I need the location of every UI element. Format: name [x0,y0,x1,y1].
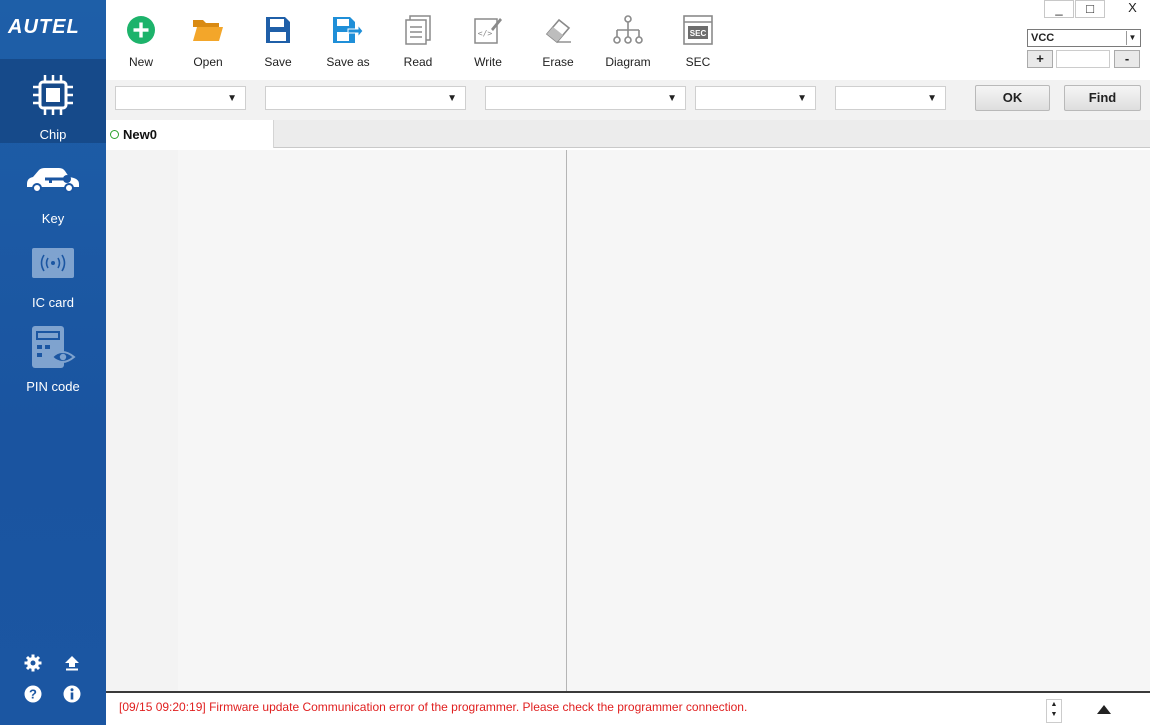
status-bar: [09/15 09:20:19] Firmware update Communi… [106,691,1150,725]
tool-label: Save as [326,55,370,69]
vcc-select[interactable]: VCC ▼ [1027,29,1141,47]
tool-label: Erase [542,55,574,69]
tab-label: New0 [123,126,157,142]
sidebar-item-pin-code[interactable]: PIN code [0,311,106,395]
new-button[interactable]: New [106,12,176,72]
write-button[interactable]: </> Write [453,12,523,72]
filter-dropdown-3[interactable]: ▼ [485,86,686,110]
chip-icon [0,75,106,115]
chevron-down-icon: ▼ [1126,31,1138,45]
read-button[interactable]: Read [383,12,453,72]
save-as-button[interactable]: Save as [313,12,383,72]
save-icon [243,12,313,48]
new-icon [106,12,176,48]
save-button[interactable]: Save [243,12,313,72]
sidebar-item-chip[interactable]: Chip [0,59,106,143]
sidebar-item-label: Chip [39,127,67,142]
tool-label: Open [193,55,223,69]
car-key-icon [0,159,106,199]
vcc-increase-button[interactable]: + [1027,50,1053,68]
filter-dropdown-5[interactable]: ▼ [835,86,946,110]
ic-card-icon [0,243,106,283]
sidebar-item-key[interactable]: Key [0,143,106,227]
expand-log-icon[interactable] [1094,701,1114,717]
tab-new0[interactable]: New0 [106,120,274,148]
pin-code-icon [0,326,106,368]
sidebar-item-label: IC card [32,295,74,310]
svg-text:</>: </> [478,29,493,38]
sidebar-item-label: Key [41,211,65,226]
filter-dropdown-1[interactable]: ▼ [115,86,246,110]
filter-dropdown-4[interactable]: ▼ [695,86,816,110]
tool-label: Write [474,55,502,69]
sidebar-item-label: PIN code [26,379,80,394]
sec-icon: SEC [663,12,733,48]
tool-label: Read [403,55,433,69]
diagram-icon [593,12,663,48]
tool-label: Save [264,55,292,69]
erase-button[interactable]: Erase [523,12,593,72]
log-scroll-spinner[interactable]: ▲ ▼ [1046,699,1062,723]
chevron-down-icon: ▼ [227,93,237,104]
chevron-down-icon: ▼ [797,93,807,104]
open-folder-icon [173,12,243,48]
filter-dropdown-2[interactable]: ▼ [265,86,466,110]
svg-text:?: ? [29,687,37,702]
toolbar: New Open Save Save as Read </> Write Era… [106,0,1150,80]
maximize-button[interactable]: □ [1075,0,1105,18]
chevron-down-icon: ▼ [927,93,937,104]
sidebar: AUTEL Chip Key IC card PIN code ? [0,0,106,725]
document-tabs: New0 [106,120,1150,148]
autel-logo: AUTEL [8,16,80,38]
upgrade-icon[interactable] [61,652,83,674]
diagram-button[interactable]: Diagram [593,12,663,72]
tool-label: New [128,55,153,69]
vcc-select-value: VCC [1031,32,1055,44]
chevron-down-icon: ▼ [447,93,457,104]
tool-label: SEC [685,55,711,69]
filter-bar: ▼ ▼ ▼ ▼ ▼ OK Find [106,80,1150,120]
write-icon: </> [453,12,523,48]
sec-badge-text: SEC [690,29,707,38]
settings-icon[interactable] [22,652,44,674]
ok-button[interactable]: OK [975,85,1050,111]
help-icon[interactable]: ? [22,683,44,705]
status-message: [09/15 09:20:19] Firmware update Communi… [119,700,748,714]
save-as-icon [313,12,383,48]
open-button[interactable]: Open [173,12,243,72]
minimize-button[interactable]: _ [1044,0,1074,18]
editor-area [106,150,1150,691]
chevron-down-icon: ▼ [667,93,677,104]
address-gutter [106,150,178,691]
vcc-value-field[interactable] [1056,50,1110,68]
erase-icon [523,12,593,48]
sidebar-item-ic-card[interactable]: IC card [0,227,106,311]
read-icon [383,12,453,48]
pane-splitter[interactable] [566,150,567,691]
sec-button[interactable]: SEC SEC [663,12,733,72]
status-dot-icon [110,129,119,139]
tool-label: Diagram [605,55,651,69]
info-icon[interactable] [61,683,83,705]
find-button[interactable]: Find [1064,85,1141,111]
vcc-decrease-button[interactable]: - [1114,50,1140,68]
close-button[interactable]: X [1115,0,1150,18]
